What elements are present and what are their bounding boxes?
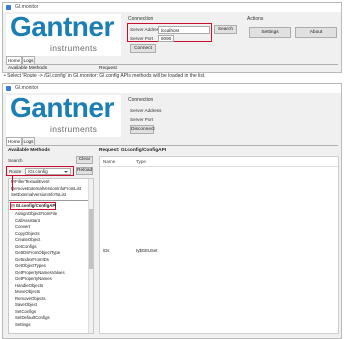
reload-button[interactable]: Reload: [76, 167, 93, 175]
top-items: PrFilterTextualEvent RemoveExternalVersi…: [11, 179, 81, 199]
about-button[interactable]: About: [295, 27, 337, 38]
settings-button[interactable]: Settings: [249, 27, 291, 38]
logo: Gantner instruments: [6, 11, 121, 56]
list-item[interactable]: SetExternalVersionInfoToList: [11, 192, 81, 199]
server-address-label: Server Address: [130, 108, 162, 113]
param-type: ty$GEUSet: [136, 248, 158, 253]
column-header-name: Name: [103, 159, 116, 164]
window-title: GI.monitor: [15, 85, 39, 91]
clear-button[interactable]: Clear: [76, 156, 93, 164]
window-title: GI.monitor: [15, 4, 39, 10]
logo-sub-text: instruments: [50, 43, 98, 53]
content-divider: [6, 64, 338, 65]
list-scrollbar[interactable]: [88, 179, 93, 333]
server-address-input[interactable]: localhost: [158, 26, 210, 34]
app-icon: [6, 86, 11, 91]
window-top: GI.monitor Gantner instruments Connectio…: [2, 2, 342, 73]
available-methods-title: Available Methods: [8, 148, 50, 153]
actions-group-title: Actions: [247, 16, 264, 22]
server-address-label: Server Address: [130, 27, 162, 32]
list-item[interactable]: Settings: [15, 322, 65, 329]
logo-sub-text: instruments: [50, 124, 98, 134]
connect-button[interactable]: Connect: [130, 44, 156, 53]
logo: Gantner instruments: [6, 92, 121, 137]
list-separator: [9, 200, 93, 201]
logo-main-text: Gantner: [10, 11, 114, 42]
server-port-label: Server Port: [130, 36, 154, 41]
list-item[interactable]: AssignObjectFromFile: [15, 211, 65, 218]
connection-group-title: Connection: [128, 16, 154, 22]
window-bottom: GI.monitor Gantner instruments Connectio…: [2, 83, 342, 339]
request-panel: Name Type IDs ty$GEUSet: [99, 156, 339, 334]
methods-list: PrFilterTextualEvent RemoveExternalVersi…: [8, 178, 94, 334]
route-label: Route: [9, 169, 22, 174]
chevron-down-icon: [64, 171, 68, 173]
connection-group-title: Connection: [128, 97, 154, 103]
scrollbar-thumb[interactable]: [89, 209, 93, 269]
server-port-label: Server Port: [130, 117, 154, 122]
logo-main-text: Gantner: [10, 92, 114, 123]
tab-home[interactable]: Home: [6, 137, 22, 145]
tab-logs[interactable]: Logs: [22, 56, 35, 64]
column-header-type: Type: [136, 159, 146, 164]
content-divider: [6, 145, 338, 146]
server-port-input[interactable]: 8090: [158, 35, 174, 42]
instruction-caption: • Select 'Route -> /GI.config' in GI.mon…: [4, 73, 206, 79]
disconnect-button[interactable]: Disconnect: [130, 125, 155, 134]
header-divider: [100, 166, 338, 167]
group-header[interactable]: ⊟ GI.config/ConfigAPI: [11, 203, 56, 210]
search-label: Search: [8, 158, 23, 163]
tab-home[interactable]: Home: [6, 56, 22, 64]
param-name: IDs: [103, 248, 110, 253]
annotation-connector: [12, 176, 14, 191]
request-title: Request: [99, 66, 117, 71]
app-icon: [6, 5, 11, 10]
tab-logs[interactable]: Logs: [22, 137, 35, 145]
group-methods: AssignObjectFromFile CallAssistant Conve…: [15, 211, 65, 328]
list-item[interactable]: GetIDsFromObjectType: [15, 250, 65, 257]
group-header-label: GI.config/ConfigAPI: [15, 202, 57, 208]
request-title: Request: GI.config/ConfigAPI: [99, 148, 167, 153]
route-select-value: /GI.config: [28, 169, 48, 174]
search-button[interactable]: Search: [214, 25, 237, 34]
available-methods-title: Available Methods: [8, 66, 48, 71]
instruction-text: Select 'Route -> /GI.config' in GI.monit…: [7, 73, 206, 79]
route-select[interactable]: /GI.config: [25, 168, 71, 175]
